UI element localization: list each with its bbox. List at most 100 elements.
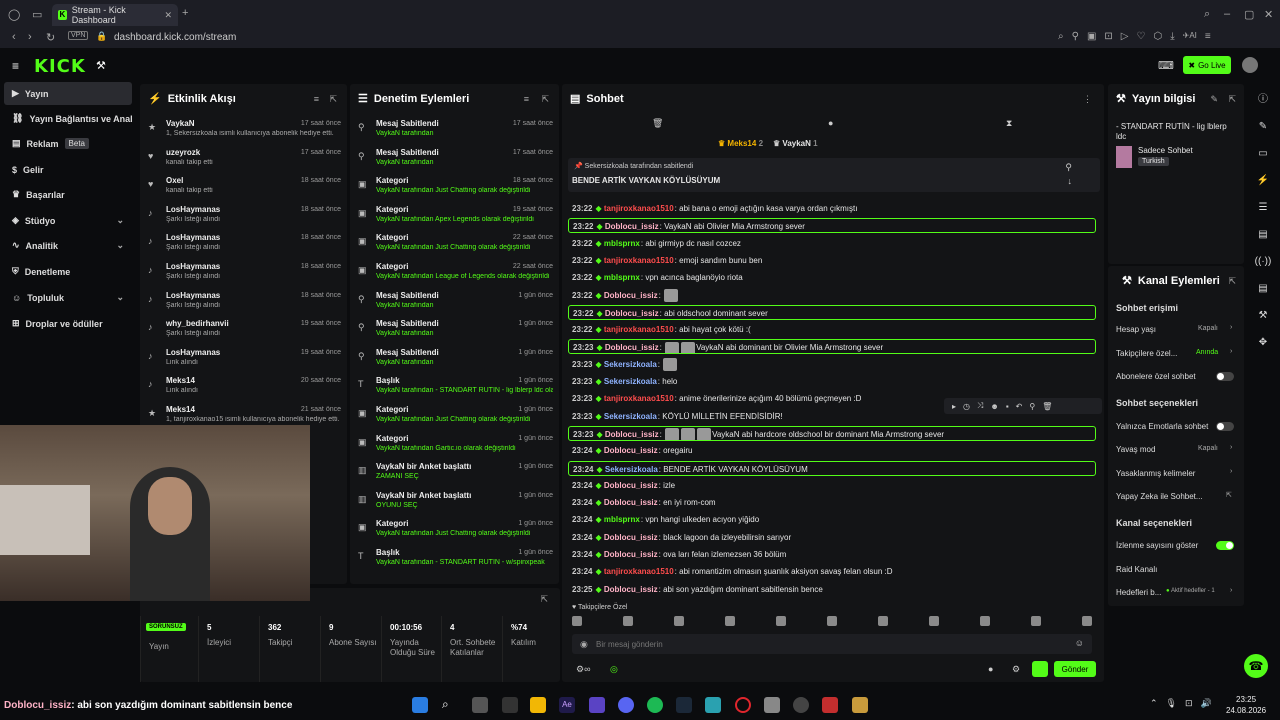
help-chat-icon[interactable]: ☎ <box>1244 654 1268 678</box>
spotify-icon[interactable] <box>647 697 663 713</box>
audio-app-icon[interactable] <box>502 697 518 713</box>
message-user[interactable]: tanjiroxkanao1510 <box>604 204 674 213</box>
sidebar-item-basarilar[interactable]: ♛ Başarılar <box>4 183 132 206</box>
stream-category[interactable]: Sadece Sohbet <box>1138 146 1193 155</box>
message-user[interactable]: tanjiroxkanao1510 <box>604 567 674 576</box>
activity-user[interactable]: LosHaymanas <box>166 233 220 242</box>
keyboard-icon[interactable]: ⌨ <box>1158 59 1174 72</box>
chat-message[interactable]: 23:22 ◆ mblsprnx: abi girmiyp dc nasıl co… <box>568 236 1096 251</box>
message-user[interactable]: mblsprnx <box>604 515 640 524</box>
search-icon[interactable]: ⌕ <box>1204 8 1210 21</box>
forward-icon[interactable]: › <box>28 31 32 43</box>
activity-user[interactable]: Oxel <box>166 176 183 185</box>
activity-user[interactable]: LosHaymanas <box>166 262 220 271</box>
edit-icon[interactable]: ✎ <box>1210 94 1218 105</box>
chatter-emote-icon[interactable] <box>1082 616 1092 626</box>
kick-logo[interactable]: KICK <box>34 56 86 77</box>
chat-message[interactable]: 23:23 ◆ Sekersizkoala: <box>568 357 1096 372</box>
chatter-emote-icon[interactable] <box>980 616 990 626</box>
raid-channel-link[interactable]: Raid Kanalı <box>1116 565 1157 574</box>
avatar[interactable] <box>1242 57 1258 73</box>
message-user[interactable]: Sekersizkoala <box>604 377 657 386</box>
windows-start-icon[interactable] <box>412 697 428 713</box>
message-user[interactable]: tanjiroxkanao1510 <box>604 394 674 403</box>
maximize-icon[interactable]: ▢ <box>1244 8 1254 21</box>
chatter-emote-icon[interactable] <box>878 616 888 626</box>
collapse-icon[interactable]: ↓ <box>1068 176 1073 186</box>
new-tab-icon[interactable]: + <box>182 7 188 19</box>
filter-icon[interactable]: ≡ <box>314 94 319 104</box>
chat-message[interactable]: 23:23 ◆ tanjiroxkanao1510: anime öneriler… <box>568 391 1096 406</box>
hamburger-icon[interactable]: ≡ <box>12 59 19 73</box>
url-field[interactable]: dashboard.kick.com/stream <box>114 32 236 43</box>
message-user[interactable]: Doblocu_issiz <box>604 481 658 490</box>
close-window-icon[interactable]: ✕ <box>1264 8 1273 21</box>
sidebar-item-droplar[interactable]: ⊞ Droplar ve ödüller <box>4 312 132 335</box>
chat-input-box[interactable]: ◉ ☺ <box>572 634 1092 654</box>
activity-user[interactable]: LosHaymanas <box>166 291 220 300</box>
message-user[interactable]: tanjiroxkanao1510 <box>604 256 674 265</box>
chatter-emote-icon[interactable] <box>1031 616 1041 626</box>
browser-tab[interactable]: K Stream - Kick Dashboard ✕ <box>52 4 178 26</box>
chat-message[interactable]: 23:24 ◆ Sekersizkoala: BENDE ARTİK VAYKAN… <box>568 460 1096 476</box>
overwolf-icon[interactable] <box>793 697 809 713</box>
activity-user[interactable]: LosHaymanas <box>166 348 220 357</box>
opera-logo-icon[interactable]: ◯ <box>8 8 20 21</box>
chat-message[interactable]: 23:22 ◆ Doblocu_issiz: <box>568 288 1096 303</box>
edit-icon[interactable]: ✎ <box>1259 121 1267 132</box>
chat-message[interactable]: 23:22 ◆ Doblocu_issiz: VaykaN abi Olivier… <box>568 218 1096 234</box>
chat-message[interactable]: 23:24 ◆ Doblocu_issiz: ova ları felan izl… <box>568 547 1096 562</box>
chatter-emote-icon[interactable] <box>674 616 684 626</box>
filter-icon[interactable]: ≡ <box>524 94 529 104</box>
popout-icon[interactable]: ⇱ <box>1228 276 1236 287</box>
goals-link[interactable]: Hedefleri b... <box>1116 588 1161 597</box>
message-user[interactable]: Sekersizkoala <box>604 412 657 421</box>
banned-words-link[interactable]: Yasaklanmış kelimeler <box>1116 469 1195 478</box>
extensions-icon[interactable]: ⬡ <box>1153 31 1162 42</box>
pin-icon[interactable]: ⚲ <box>1072 31 1079 42</box>
chat-message[interactable]: 23:24 ◆ tanjiroxkanao1510: abi romantizim… <box>568 564 1096 579</box>
popout-icon[interactable]: ⇱ <box>329 94 337 105</box>
message-user[interactable]: Doblocu_issiz <box>604 550 658 559</box>
bubble-icon[interactable]: ● <box>828 118 833 128</box>
message-user[interactable]: Doblocu_issiz <box>605 343 659 352</box>
message-user[interactable]: Doblocu_issiz <box>604 533 658 542</box>
bot-icon[interactable] <box>1032 661 1048 677</box>
chat-message[interactable]: 23:23 ◆ Doblocu_issiz: VaykaN abi dominan… <box>568 339 1096 355</box>
chat-message[interactable]: 23:25 ◆ Doblocu_issiz: abi son yazdığım d… <box>568 582 1096 597</box>
chat-settings-icon[interactable]: ⚙ <box>1012 664 1020 675</box>
followers-only-value[interactable]: Anında <box>1196 349 1218 356</box>
chatter-emote-icon[interactable] <box>572 616 582 626</box>
minimize-icon[interactable]: – <box>1224 8 1230 20</box>
chat-message[interactable]: 23:23 ◆ Sekersizkoala: helo <box>568 374 1096 389</box>
leader-2[interactable]: ♛ VaykaN 1 <box>773 139 818 148</box>
message-user[interactable]: Doblocu_issiz <box>604 291 658 300</box>
window-icon[interactable]: ▭ <box>1258 148 1267 159</box>
chat-message[interactable]: 23:24 ◆ Doblocu_issiz: oregairu <box>568 443 1096 458</box>
chat-bubble-icon[interactable]: ● <box>988 664 993 674</box>
popout-icon[interactable]: ⇱ <box>541 94 549 105</box>
snapshot-icon[interactable]: ▣ <box>1087 31 1096 42</box>
bookmark-icon[interactable]: ⊡ <box>1104 31 1112 42</box>
chatter-emote-icon[interactable] <box>827 616 837 626</box>
hourglass-icon[interactable]: ⧗ <box>1006 118 1012 129</box>
chat-message[interactable]: 23:22 ◆ tanjiroxkanao1510: emoji sandım b… <box>568 253 1096 268</box>
lightning-icon[interactable]: ⚡ <box>1257 175 1269 186</box>
activity-user[interactable]: why_bedirhanvii <box>166 319 229 328</box>
emoji-icon[interactable]: ☺ <box>1075 638 1084 648</box>
message-user[interactable]: Doblocu_issiz <box>605 222 659 231</box>
activity-user[interactable]: LosHaymanas <box>166 205 220 214</box>
chat-icon[interactable]: ▤ <box>1258 229 1267 240</box>
monitor-app-icon[interactable] <box>705 697 721 713</box>
chat-message[interactable]: 23:22 ◆ mblsprnx: vpn acınca baglanöyio r… <box>568 270 1096 285</box>
clock[interactable]: 23:25 24.08.2026 <box>1226 694 1266 716</box>
puzzle-icon[interactable]: ✥ <box>1259 337 1267 348</box>
message-user[interactable]: Doblocu_issiz <box>604 498 658 507</box>
sidebar-item-reklam[interactable]: ▤ Reklam Beta <box>4 132 132 155</box>
account-age-value[interactable]: Kapalı <box>1198 325 1218 332</box>
heart-icon[interactable]: ♡ <box>1136 31 1145 42</box>
opera-gx-icon[interactable] <box>735 697 751 713</box>
sidebar-item-yayin[interactable]: ▶ Yayın <box>4 82 132 105</box>
vpn-shield-icon[interactable] <box>589 697 605 713</box>
pin-tool-icon[interactable]: ⚒ <box>96 59 106 72</box>
